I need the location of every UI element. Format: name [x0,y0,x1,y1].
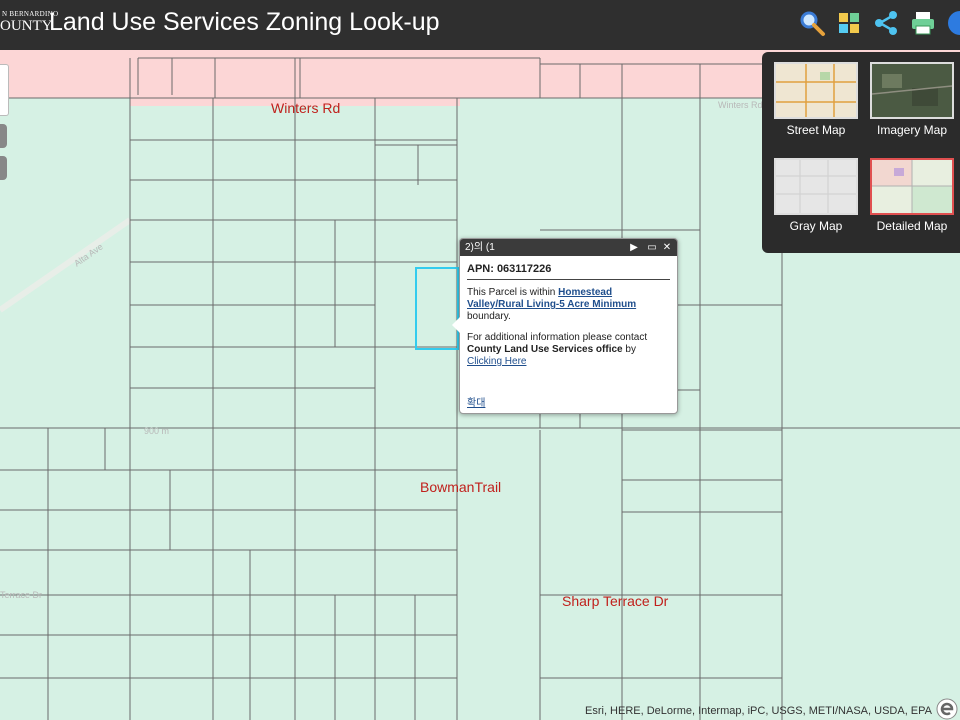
basemap-label: Street Map [786,123,846,137]
popup-title: 2)의 (1 [465,242,495,253]
esri-logo[interactable] [934,694,960,720]
search-icon[interactable] [798,9,826,37]
county-logo: N BERNARDINO OUNTY [0,6,58,42]
contact-by: by [622,344,636,355]
contact-office: County Land Use Services office [467,344,623,355]
contact-prefix: For additional information please contac… [467,332,648,343]
basemap-imagery[interactable]: Imagery Map [869,62,955,137]
print-icon[interactable] [909,9,937,37]
basemap-label-winters-rd: Winters Rd [718,100,763,110]
road-label-sharp-terrace: Sharp Terrace Dr [562,593,669,609]
basemap-gallery-icon[interactable] [836,9,864,37]
share-icon[interactable] [872,9,900,37]
basemap-label-terrace: Terrace Dr [0,590,43,600]
basemap-street[interactable]: Street Map [773,62,859,137]
zoning-suffix: boundary. [467,311,511,322]
basemap-label-elevation: 900 m [144,426,170,436]
close-icon[interactable]: ✕ [660,239,674,256]
zoom-to-link[interactable]: 확대 [467,394,485,409]
basemap-label: Gray Map [789,219,843,233]
imagery-map-thumbnail [870,62,954,119]
basemap-detailed[interactable]: Detailed Map [869,158,955,233]
locate-button[interactable] [0,156,7,180]
basemap-label: Detailed Map [876,219,948,233]
zoom-controls[interactable] [0,64,9,116]
basemap-label: Imagery Map [876,123,948,137]
basemap-gallery: Street Map Imagery Map Gray Map Detailed… [762,52,960,253]
detailed-map-thumbnail [870,158,954,215]
app-title: Land Use Services Zoning Look-up [49,8,440,36]
next-feature-icon[interactable]: ▶ [627,239,641,256]
road-label-winters-rd: Winters Rd [271,100,341,116]
street-map-thumbnail [774,62,858,119]
contact-link[interactable]: Clicking Here [467,356,526,367]
map-attribution: Esri, HERE, DeLorme, Intermap, iPC, USGS… [585,705,932,717]
popup-body: APN: 063117226 This Parcel is within Hom… [460,256,677,368]
zoning-statement: This Parcel is within Homestead Valley/R… [467,287,670,323]
popup-pointer [452,317,460,333]
parcel-popup: 2)의 (1 ▶ ▭ ✕ APN: 063117226 This Parcel … [452,238,678,414]
home-button[interactable] [0,124,7,148]
logo-text-line2: OUNTY [0,18,53,34]
app-header: N BERNARDINO OUNTY Land Use Services Zon… [0,0,960,50]
road-label-bowman-trail: BowmanTrail [420,479,502,495]
contact-statement: For additional information please contac… [467,332,670,368]
apn-value: APN: 063117226 [467,263,670,280]
zoning-prefix: This Parcel is within [467,287,559,298]
gray-map-thumbnail [774,158,858,215]
popup-header: 2)의 (1 ▶ ▭ ✕ [460,239,677,256]
maximize-icon[interactable]: ▭ [645,239,659,256]
info-icon[interactable] [946,9,960,37]
basemap-gray[interactable]: Gray Map [773,158,859,233]
